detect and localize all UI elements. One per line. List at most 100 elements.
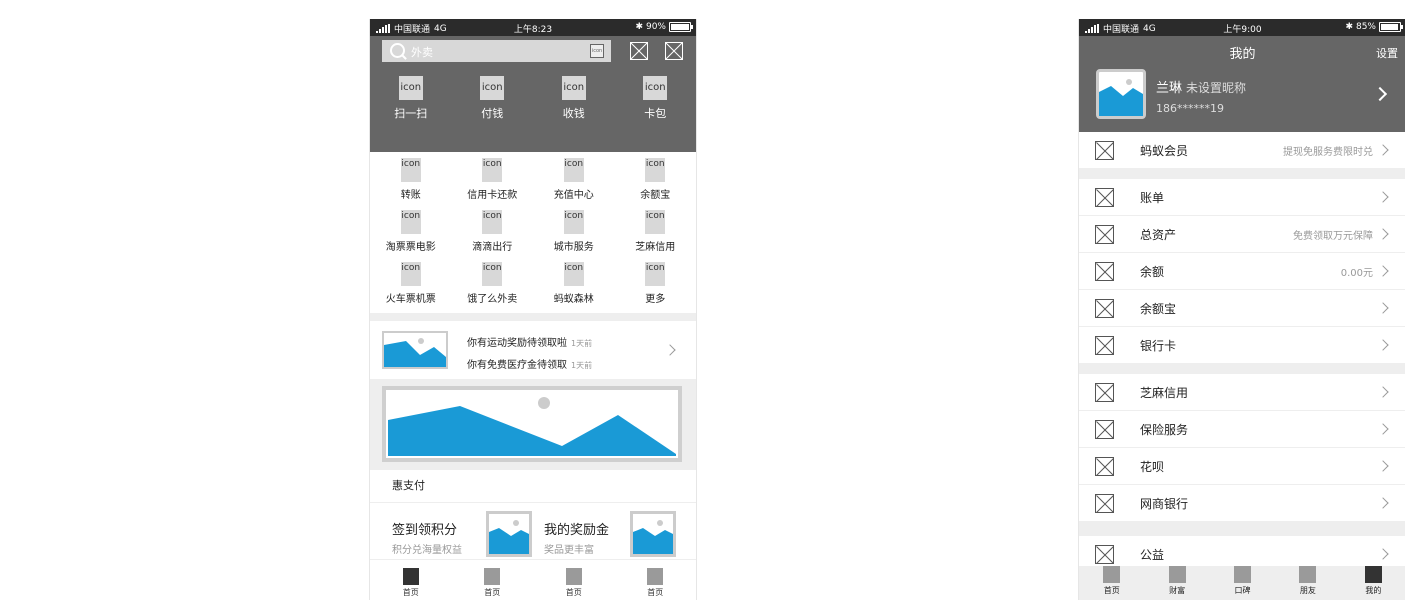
tab-friends[interactable]: 朋友 bbox=[1275, 566, 1340, 600]
grid-label: 城市服务 bbox=[553, 242, 594, 253]
grid-item[interactable]: icon 城市服务 bbox=[533, 210, 615, 253]
banner[interactable] bbox=[370, 380, 696, 470]
home-icon bbox=[402, 568, 419, 585]
row-label: 保险服务 bbox=[1140, 423, 1189, 437]
chevron-right-icon bbox=[1377, 548, 1389, 560]
friends-icon bbox=[1299, 566, 1317, 583]
tab-koubei[interactable]: 口碑 bbox=[1210, 566, 1275, 600]
user-name-text: 兰琳 bbox=[1156, 81, 1183, 96]
add-icon[interactable] bbox=[665, 42, 683, 60]
divider bbox=[1079, 522, 1405, 536]
balance-icon bbox=[1095, 262, 1114, 281]
recharge-icon: icon bbox=[563, 158, 584, 182]
chevron-right-icon bbox=[1377, 265, 1389, 277]
bank-card-icon bbox=[1095, 336, 1114, 355]
grid-item[interactable]: icon 饿了么外卖 bbox=[452, 262, 534, 305]
grid-item[interactable]: icon 余额宝 bbox=[615, 158, 697, 201]
list-item-mybank[interactable]: 网商银行 bbox=[1079, 485, 1405, 522]
grid-item[interactable]: icon 转账 bbox=[370, 158, 452, 201]
tab-bar: 首页 首页 首页 首页 bbox=[370, 559, 696, 600]
mine-icon bbox=[1364, 566, 1382, 583]
battery-percent: 85% bbox=[1355, 22, 1376, 32]
grid-label: 更多 bbox=[645, 294, 666, 305]
list-item-balance[interactable]: 余额 0.00元 bbox=[1079, 253, 1405, 290]
alipay-home-screen: 中国联通 4G 上午8:23 ✱ 90% 外卖 icon icon 扫一扫 ico… bbox=[369, 19, 697, 600]
grid-item[interactable]: icon 更多 bbox=[615, 262, 697, 305]
quick-label: 卡包 bbox=[644, 107, 667, 120]
profile-header: 我的 设置 兰琳 未设置昵称 186******19 bbox=[1079, 36, 1405, 132]
wealth-icon bbox=[1168, 566, 1186, 583]
row-label: 公益 bbox=[1140, 548, 1165, 562]
grid-label: 饿了么外卖 bbox=[467, 294, 518, 305]
grid-label: 淘票票电影 bbox=[385, 242, 436, 253]
battery-percent: 90% bbox=[645, 22, 666, 32]
list-item-bill[interactable]: 账单 bbox=[1079, 179, 1405, 216]
user-name[interactable]: 兰琳 未设置昵称 bbox=[1156, 77, 1246, 96]
chevron-right-icon bbox=[1377, 228, 1389, 240]
list-item-bank-card[interactable]: 银行卡 bbox=[1079, 327, 1405, 364]
banner-image-icon bbox=[382, 386, 682, 462]
page-title: 我的 bbox=[1229, 47, 1256, 62]
grid-item[interactable]: icon 淘票票电影 bbox=[370, 210, 452, 253]
search-bar[interactable]: 外卖 icon bbox=[382, 40, 611, 62]
tab-home[interactable]: 首页 bbox=[452, 560, 534, 600]
tab-home[interactable]: 首页 bbox=[615, 560, 697, 600]
row-hint: 提现免服务费限时兑 bbox=[1283, 147, 1373, 158]
notice-card[interactable]: 你有运动奖励待领取啦 1天前 你有免费医疗金待领取 1天前 bbox=[370, 321, 696, 380]
train-icon: icon bbox=[400, 262, 421, 286]
quick-cards[interactable]: icon 卡包 bbox=[615, 76, 697, 121]
chevron-right-icon[interactable] bbox=[1372, 86, 1388, 102]
chevron-right-icon bbox=[1377, 144, 1389, 156]
notice-time: 1天前 bbox=[571, 339, 593, 348]
tab-label: 首页 bbox=[402, 588, 419, 597]
scan-icon[interactable]: icon bbox=[590, 44, 604, 58]
grid-item[interactable]: icon 火车票机票 bbox=[370, 262, 452, 305]
assets-icon bbox=[1095, 225, 1114, 244]
forest-icon: icon bbox=[563, 262, 584, 286]
row-label: 网商银行 bbox=[1140, 497, 1189, 511]
grid-item[interactable]: icon 信用卡还款 bbox=[452, 158, 534, 201]
list-item-sesame[interactable]: 芝麻信用 bbox=[1079, 374, 1405, 411]
settings-link[interactable]: 设置 bbox=[1376, 45, 1398, 61]
grid-item[interactable]: icon 蚂蚁森林 bbox=[533, 262, 615, 305]
row-label: 芝麻信用 bbox=[1140, 386, 1189, 400]
collect-icon: icon bbox=[561, 76, 586, 100]
tab-home[interactable]: 首页 bbox=[533, 560, 615, 600]
tab-home[interactable]: 首页 bbox=[1079, 566, 1144, 600]
grid-item[interactable]: icon 芝麻信用 bbox=[615, 210, 697, 253]
card-title[interactable]: 签到领积分 bbox=[392, 519, 457, 538]
grid-label: 转账 bbox=[400, 190, 421, 201]
list-item-huabei[interactable]: 花呗 bbox=[1079, 448, 1405, 485]
status-bar: 中国联通 4G 上午8:23 ✱ 90% bbox=[370, 19, 696, 36]
list-item-yuebao[interactable]: 余额宝 bbox=[1079, 290, 1405, 327]
row-label: 总资产 bbox=[1140, 228, 1177, 242]
tab-wealth[interactable]: 财富 bbox=[1144, 566, 1209, 600]
row-hint: 免费领取万元保障 bbox=[1293, 231, 1373, 242]
sesame-icon bbox=[1095, 383, 1114, 402]
bluetooth-icon: ✱ bbox=[635, 22, 643, 32]
grid-item[interactable]: icon 滴滴出行 bbox=[452, 210, 534, 253]
row-label: 账单 bbox=[1140, 191, 1165, 205]
search-input[interactable]: 外卖 bbox=[411, 44, 433, 60]
row-label: 花呗 bbox=[1140, 460, 1165, 474]
pay-icon: icon bbox=[480, 76, 505, 100]
list-item-insurance[interactable]: 保险服务 bbox=[1079, 411, 1405, 448]
tab-label: 首页 bbox=[1103, 586, 1120, 595]
taxi-icon: icon bbox=[482, 210, 503, 234]
tab-label: 首页 bbox=[647, 588, 664, 597]
list-item-member[interactable]: 蚂蚁会员 提现免服务费限时兑 bbox=[1079, 132, 1405, 169]
grid-label: 芝麻信用 bbox=[635, 242, 676, 253]
grid-label: 信用卡还款 bbox=[467, 190, 518, 201]
list-item-assets[interactable]: 总资产 免费领取万元保障 bbox=[1079, 216, 1405, 253]
transfer-icon: icon bbox=[400, 158, 421, 182]
tab-mine[interactable]: 我的 bbox=[1341, 566, 1405, 600]
quick-collect[interactable]: icon 收钱 bbox=[533, 76, 615, 121]
quick-scan[interactable]: icon 扫一扫 bbox=[370, 76, 452, 121]
grid-item[interactable]: icon 充值中心 bbox=[533, 158, 615, 201]
card-title[interactable]: 我的奖励金 bbox=[544, 519, 609, 538]
service-grid: icon 转账 icon 信用卡还款 icon 充值中心 icon 余额宝 icon 淘票… bbox=[370, 152, 696, 305]
avatar[interactable] bbox=[1096, 69, 1146, 119]
quick-pay[interactable]: icon 付钱 bbox=[452, 76, 534, 121]
tab-home[interactable]: 首页 bbox=[370, 560, 452, 600]
contacts-icon[interactable] bbox=[630, 42, 648, 60]
